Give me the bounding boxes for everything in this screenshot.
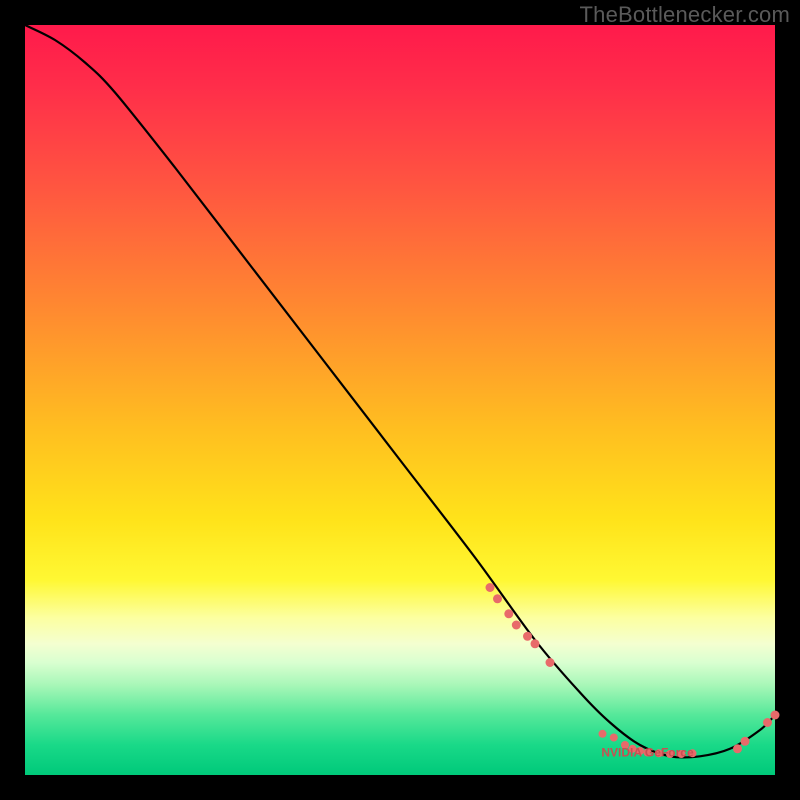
- marker-cluster-a: [486, 583, 555, 667]
- bottleneck-curve-path: [25, 25, 775, 757]
- watermark-text: TheBottlenecker.com: [580, 2, 790, 28]
- data-point: [599, 730, 607, 738]
- data-point: [493, 594, 502, 603]
- data-point: [771, 711, 780, 720]
- data-point: [504, 609, 513, 618]
- data-point: [546, 658, 555, 667]
- data-point: [610, 734, 618, 742]
- data-point: [486, 583, 495, 592]
- data-point: [763, 718, 772, 727]
- data-point: [733, 744, 742, 753]
- chart-svg: NVIDIA GeForce: [25, 25, 775, 775]
- data-point: [512, 621, 521, 630]
- curve-layer: [25, 25, 775, 757]
- plot-area: NVIDIA GeForce: [25, 25, 775, 775]
- chart-frame: TheBottlenecker.com NVIDIA GeForce: [0, 0, 800, 800]
- data-point: [531, 639, 540, 648]
- data-point: [523, 632, 532, 641]
- data-point: [741, 737, 750, 746]
- cluster-b-label: NVIDIA GeForce: [601, 746, 694, 760]
